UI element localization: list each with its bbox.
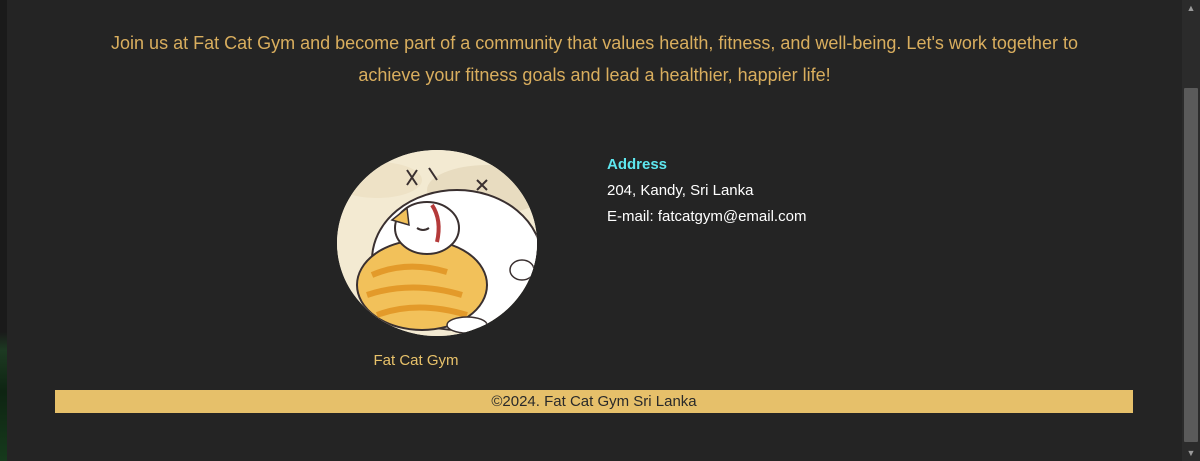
fat-cat-icon [337, 150, 537, 336]
page-content: Join us at Fat Cat Gym and become part o… [7, 0, 1182, 461]
intro-text: Join us at Fat Cat Gym and become part o… [111, 33, 1078, 85]
address-heading: Address [607, 156, 668, 173]
contact-info: Address 204, Kandy, Sri Lanka E-mail: fa… [607, 152, 806, 230]
scroll-down-icon[interactable]: ▼ [1182, 445, 1200, 461]
scroll-up-icon[interactable]: ▲ [1182, 0, 1200, 16]
scrollbar-thumb[interactable] [1184, 88, 1198, 442]
address-text: 204, Kandy, Sri Lanka [607, 182, 754, 199]
vertical-scrollbar[interactable]: ▲ ▼ [1182, 0, 1200, 461]
gym-name-caption: Fat Cat Gym [373, 352, 459, 369]
fat-cat-logo-image [337, 150, 537, 336]
gym-logo-block: Fat Cat Gym [337, 150, 537, 369]
footer-copyright-bar: ©2024. Fat Cat Gym Sri Lanka [55, 390, 1133, 413]
email-text: E-mail: fatcatgym@email.com [607, 208, 807, 225]
background-edge [0, 0, 7, 461]
